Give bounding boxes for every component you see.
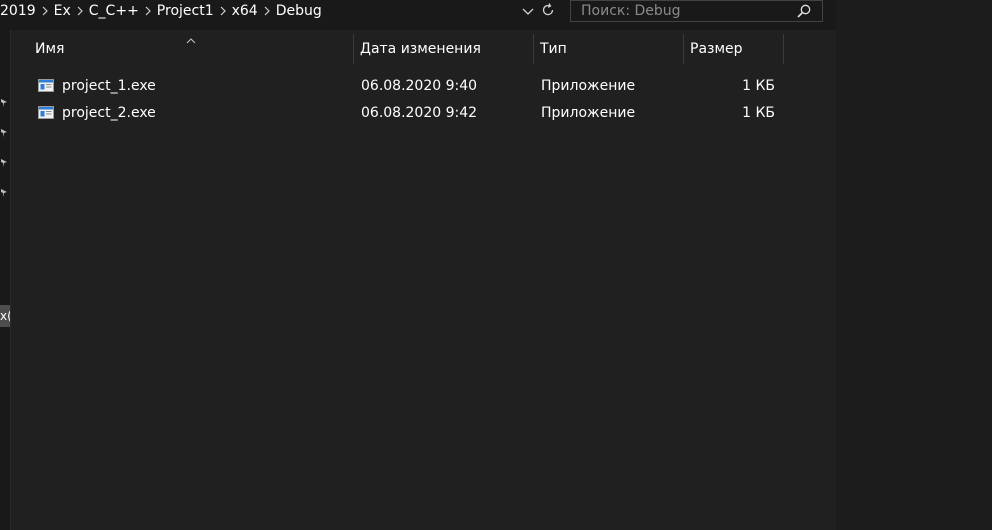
navigation-pane: x( <box>0 30 10 530</box>
chevron-right-icon[interactable] <box>214 3 232 19</box>
pin-icon[interactable] <box>0 153 8 167</box>
breadcrumb-item-2019[interactable]: 2019 <box>0 3 36 19</box>
search-input[interactable] <box>581 2 791 20</box>
file-row[interactable]: project_1.exe 06.08.2020 9:40 Приложение… <box>28 74 788 98</box>
file-date: 06.08.2020 9:40 <box>361 78 478 94</box>
column-header-date[interactable]: Дата изменения <box>354 34 534 64</box>
column-header-type[interactable]: Тип <box>534 34 684 64</box>
pin-icon[interactable] <box>0 123 8 137</box>
file-explorer-window: 2019 Ex C_C++ Project1 x64 Debug Поиск: … <box>0 0 992 530</box>
column-header-size[interactable]: Размер <box>684 34 784 64</box>
file-size: 1 КБ <box>742 105 775 121</box>
file-list: Имя Дата изменения Тип Размер project_1.… <box>11 30 836 530</box>
file-type: Приложение <box>541 78 636 94</box>
file-type: Приложение <box>541 105 636 121</box>
chevron-right-icon[interactable] <box>36 3 54 19</box>
address-bar[interactable]: 2019 Ex C_C++ Project1 x64 Debug <box>0 0 560 22</box>
chevron-right-icon[interactable] <box>258 3 276 19</box>
column-header-name[interactable]: Имя <box>29 34 354 64</box>
file-name: project_2.exe <box>62 105 156 121</box>
file-name: project_1.exe <box>62 78 156 94</box>
file-size: 1 КБ <box>742 78 775 94</box>
pin-icon[interactable] <box>0 93 8 107</box>
search-box[interactable] <box>570 0 823 22</box>
breadcrumb-item-ex[interactable]: Ex <box>54 3 71 19</box>
breadcrumb: 2019 Ex C_C++ Project1 x64 Debug <box>0 1 322 21</box>
chevron-right-icon[interactable] <box>139 3 157 19</box>
chevron-down-icon[interactable] <box>519 2 537 20</box>
breadcrumb-item-project1[interactable]: Project1 <box>157 3 214 19</box>
toolbar: 2019 Ex C_C++ Project1 x64 Debug Поиск: … <box>0 0 836 30</box>
pin-icon[interactable] <box>0 183 8 197</box>
nav-item-selected[interactable]: x( <box>0 305 10 327</box>
background-area <box>836 0 992 530</box>
exe-file-icon <box>38 78 54 94</box>
breadcrumb-item-c-cpp[interactable]: C_C++ <box>89 3 139 19</box>
file-row[interactable]: project_2.exe 06.08.2020 9:42 Приложение… <box>28 101 788 125</box>
refresh-icon[interactable] <box>539 1 557 19</box>
search-icon[interactable] <box>796 3 812 19</box>
breadcrumb-item-x64[interactable]: x64 <box>232 3 258 19</box>
exe-file-icon <box>38 105 54 121</box>
chevron-right-icon[interactable] <box>71 3 89 19</box>
breadcrumb-item-debug[interactable]: Debug <box>276 3 322 19</box>
file-date: 06.08.2020 9:42 <box>361 105 478 121</box>
